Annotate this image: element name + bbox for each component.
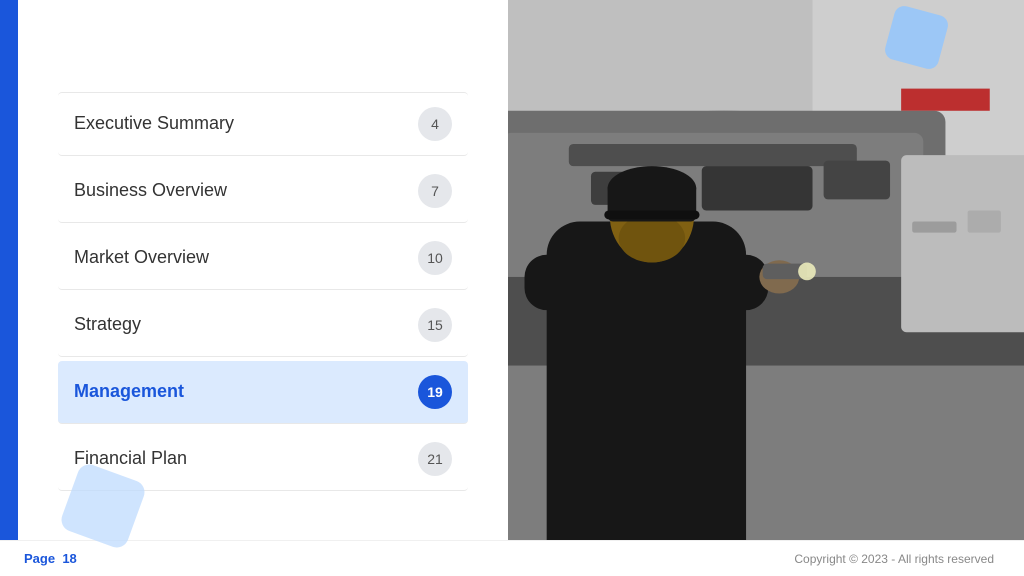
toc-item-number: 10 xyxy=(418,241,452,275)
toc-item-number: 21 xyxy=(418,442,452,476)
toc-item-business-overview[interactable]: Business Overview 7 xyxy=(58,160,468,223)
mechanic-photo xyxy=(508,0,1024,576)
right-panel xyxy=(508,0,1024,576)
footer-page-label: Page xyxy=(24,551,55,566)
toc-item-number: 19 xyxy=(418,375,452,409)
toc-item-management[interactable]: Management 19 xyxy=(58,361,468,424)
footer-page-number: 18 xyxy=(62,551,76,566)
toc-item-label: Business Overview xyxy=(74,180,227,201)
toc-item-number: 7 xyxy=(418,174,452,208)
sidebar-strip xyxy=(0,0,18,576)
toc-item-market-overview[interactable]: Market Overview 10 xyxy=(58,227,468,290)
page-container: Executive Summary 4 Business Overview 7 Mark… xyxy=(0,0,1024,576)
footer-page: Page 18 xyxy=(24,551,77,566)
toc-list: Executive Summary 4 Business Overview 7 Mark… xyxy=(58,92,468,495)
left-panel: Executive Summary 4 Business Overview 7 Mark… xyxy=(18,0,508,576)
footer-copyright: Copyright © 2023 - All rights reserved xyxy=(794,552,994,566)
toc-item-label: Management xyxy=(74,381,184,402)
toc-item-label: Market Overview xyxy=(74,247,209,268)
toc-item-executive-summary[interactable]: Executive Summary 4 xyxy=(58,92,468,156)
toc-item-number: 4 xyxy=(418,107,452,141)
footer: Page 18 Copyright © 2023 - All rights re… xyxy=(0,540,1024,576)
toc-item-number: 15 xyxy=(418,308,452,342)
toc-item-label: Executive Summary xyxy=(74,113,234,134)
toc-item-label: Strategy xyxy=(74,314,141,335)
toc-item-strategy[interactable]: Strategy 15 xyxy=(58,294,468,357)
mechanic-image xyxy=(508,0,1024,576)
